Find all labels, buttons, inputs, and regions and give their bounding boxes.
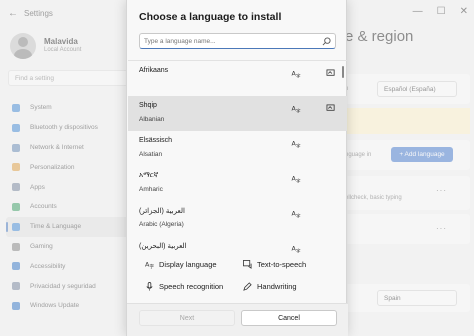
dialog-title: Choose a language to install <box>139 11 282 23</box>
language-install-dialog: Choose a language to install Afrikaans A字… <box>126 0 348 336</box>
svg-text:字: 字 <box>296 213 301 218</box>
feature-display-language: A字 Display language <box>145 260 217 269</box>
language-list-item[interactable]: Elsässisch Alsatian A 字 <box>128 131 347 166</box>
display-language-icon: A字 <box>145 261 155 269</box>
dialog-footer: Next Cancel <box>127 303 348 336</box>
pen-icon <box>243 282 252 291</box>
text-to-speech-icon <box>243 260 252 269</box>
language-native-name: العربية (الجزائر) <box>139 208 185 215</box>
language-english-name: Arabic (Algeria) <box>139 221 184 228</box>
list-scrollbar[interactable] <box>342 66 344 78</box>
svg-text:字: 字 <box>296 178 301 183</box>
language-list-item[interactable]: Shqip Albanian A 字 <box>128 96 347 131</box>
language-native-name: አማርኛ <box>139 172 159 179</box>
display-language-icon: A字 <box>292 210 302 218</box>
language-native-name: العربية (البحرين) <box>139 243 187 250</box>
language-list-item[interactable]: العربية (البحرين)Arabic (Bahrain)A字 <box>128 236 347 253</box>
language-list-item[interactable]: አማርኛ Amharic A 字 <box>128 166 347 201</box>
display-language-icon: A字 <box>292 70 302 78</box>
language-english-name: Albanian <box>139 116 165 123</box>
feature-label: Text-to-speech <box>257 260 307 269</box>
feature-handwriting: Handwriting <box>243 282 297 291</box>
svg-text:字: 字 <box>150 263 155 269</box>
feature-speech-recognition: Speech recognition <box>145 282 223 291</box>
next-button[interactable]: Next <box>139 310 235 326</box>
language-native-name: Elsässisch <box>139 137 173 144</box>
language-list[interactable]: Afrikaans A 字 Shqip Albanian A 字 Elsässisch Alsa… <box>128 60 347 253</box>
feature-label: Handwriting <box>257 282 297 291</box>
language-list-item[interactable]: العربية (الجزائر) Arabic (Algeria) A 字 <box>128 201 347 236</box>
handwriting-icon <box>326 104 335 111</box>
language-search-input[interactable] <box>144 36 319 47</box>
microphone-icon <box>146 282 153 291</box>
handwriting-icon <box>326 69 335 76</box>
svg-text:字: 字 <box>296 108 301 113</box>
feature-label: Speech recognition <box>159 282 224 291</box>
language-native-name: Afrikaans <box>139 67 169 74</box>
display-language-icon: A字 <box>292 175 302 183</box>
display-language-icon: A字 <box>292 245 302 253</box>
cancel-button[interactable]: Cancel <box>241 310 337 326</box>
language-english-name: Alsatian <box>139 151 163 158</box>
feature-text-to-speech: Text-to-speech <box>243 260 306 269</box>
language-native-name: Shqip <box>139 102 157 109</box>
display-language-icon: A字 <box>292 105 302 113</box>
feature-label: Display language <box>159 260 217 269</box>
language-list-item[interactable]: Afrikaans A 字 <box>128 61 347 96</box>
language-english-name: Amharic <box>139 186 163 193</box>
svg-text:字: 字 <box>296 143 301 148</box>
search-icon <box>322 37 331 46</box>
language-search-box[interactable] <box>139 33 336 49</box>
svg-text:字: 字 <box>296 73 301 78</box>
svg-text:字: 字 <box>296 248 301 253</box>
display-language-icon: A字 <box>292 140 302 148</box>
